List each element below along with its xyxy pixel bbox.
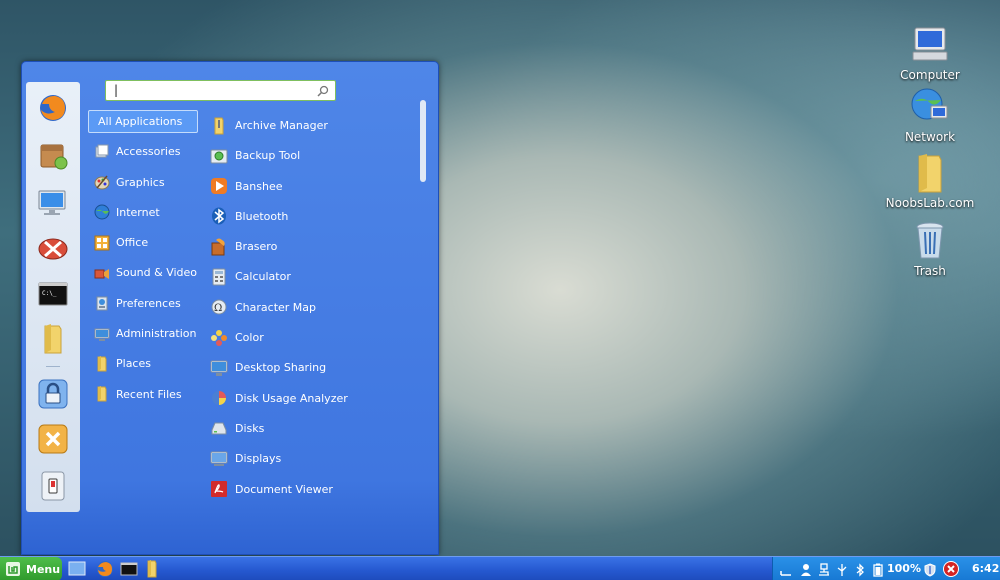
- battery-percentage: 100%: [887, 562, 921, 575]
- document-viewer-icon: [211, 481, 227, 498]
- desktop-icon-label: Computer: [900, 68, 960, 82]
- app-calculator[interactable]: Calculator: [210, 265, 425, 288]
- graphics-icon: [94, 175, 110, 190]
- app-banshee[interactable]: Banshee: [210, 175, 425, 198]
- banshee-icon: [211, 178, 227, 195]
- mint-logo-icon: [6, 562, 20, 576]
- favorites-separator: [46, 366, 60, 367]
- places-folder-icon: [97, 355, 107, 372]
- synaptic-icon[interactable]: [37, 232, 69, 264]
- category-accessories[interactable]: Accessories: [88, 140, 198, 163]
- network-tray-icon[interactable]: [817, 562, 831, 576]
- app-displays[interactable]: Displays: [210, 447, 425, 470]
- app-bluetooth[interactable]: Bluetooth: [210, 205, 425, 228]
- desktop-icon-label: Trash: [914, 264, 946, 278]
- preferences-icon: [96, 296, 108, 311]
- app-list-scrollbar[interactable]: [420, 100, 426, 182]
- desktop-sharing-icon: [210, 360, 228, 376]
- backup-tool-icon: [210, 149, 228, 164]
- system-settings-icon[interactable]: [37, 186, 69, 218]
- category-graphics[interactable]: Graphics: [88, 171, 198, 194]
- search-input[interactable]: |: [105, 80, 336, 101]
- app-color[interactable]: Color: [210, 326, 425, 349]
- shield-icon[interactable]: [923, 562, 937, 577]
- trash-icon: [909, 220, 951, 262]
- category-preferences[interactable]: Preferences: [88, 292, 198, 315]
- desktop-icon-noobslab[interactable]: NoobsLab.com: [885, 152, 975, 210]
- bluetooth-icon: [212, 207, 226, 225]
- disks-icon: [211, 422, 227, 435]
- category-places[interactable]: Places: [88, 352, 198, 375]
- office-icon: [94, 235, 110, 251]
- lock-screen-icon[interactable]: [37, 378, 69, 410]
- category-office[interactable]: Office: [88, 231, 198, 254]
- archive-manager-icon: [214, 117, 224, 134]
- category-recent-files[interactable]: Recent Files: [88, 383, 198, 406]
- desktop-icon-network[interactable]: Network: [885, 86, 975, 144]
- terminal-launcher-icon[interactable]: [120, 560, 138, 578]
- application-list: Archive Manager Backup Tool Banshee Blue…: [210, 114, 425, 508]
- app-brasero[interactable]: Brasero: [210, 235, 425, 258]
- desktop-icon-computer[interactable]: Computer: [885, 24, 975, 82]
- desktop-icon-label: Network: [904, 130, 956, 144]
- category-sound-video[interactable]: Sound & Video: [88, 261, 198, 284]
- app-backup-tool[interactable]: Backup Tool: [210, 144, 425, 167]
- color-icon: [211, 329, 227, 346]
- app-document-viewer[interactable]: Document Viewer: [210, 478, 425, 501]
- disk-usage-analyzer-icon: [212, 391, 226, 406]
- battery-icon[interactable]: [871, 562, 885, 577]
- calculator-icon: [212, 268, 226, 286]
- app-archive-manager[interactable]: Archive Manager: [210, 114, 425, 137]
- terminal-icon[interactable]: C:\_: [37, 278, 69, 310]
- app-disks[interactable]: Disks: [210, 417, 425, 440]
- search-text: |: [114, 83, 119, 97]
- sound-video-icon: [94, 268, 109, 279]
- folder-icon: [909, 152, 951, 194]
- svg-text:Ω: Ω: [214, 303, 222, 314]
- system-tray: 100% 6:42: [772, 557, 1000, 580]
- home-folder-icon[interactable]: [37, 323, 69, 355]
- user-icon[interactable]: [799, 562, 813, 576]
- recent-files-folder-icon: [97, 386, 107, 402]
- app-character-map[interactable]: Ω Character Map: [210, 296, 425, 319]
- software-manager-icon[interactable]: [37, 139, 69, 171]
- character-map-icon: Ω: [211, 299, 227, 315]
- usb-icon[interactable]: [835, 562, 849, 576]
- error-notification-icon[interactable]: [943, 561, 959, 577]
- desktop-icon-label: NoobsLab.com: [885, 196, 975, 210]
- application-menu: C:\_ | All Applications Accessories Grap…: [21, 61, 439, 555]
- svg-text:C:\_: C:\_: [42, 290, 57, 297]
- files-launcher-icon[interactable]: [143, 560, 161, 578]
- category-all-applications[interactable]: All Applications: [88, 110, 198, 133]
- workspace-icon[interactable]: [779, 562, 793, 576]
- logout-icon[interactable]: [37, 423, 69, 455]
- accessories-icon: [95, 144, 109, 158]
- search-icon[interactable]: [317, 84, 329, 97]
- computer-icon: [909, 24, 951, 66]
- clock[interactable]: 6:42: [972, 557, 999, 580]
- firefox-icon[interactable]: [37, 92, 69, 124]
- administration-icon: [94, 328, 110, 341]
- favorites-panel: C:\_: [26, 82, 80, 512]
- menu-button[interactable]: Menu: [0, 557, 62, 580]
- category-administration[interactable]: Administration: [88, 322, 198, 345]
- show-desktop-icon[interactable]: [68, 560, 86, 578]
- taskbar: Menu 100% 6:42: [0, 556, 1000, 580]
- brasero-icon: [211, 238, 225, 256]
- internet-icon: [94, 204, 110, 220]
- app-desktop-sharing[interactable]: Desktop Sharing: [210, 356, 425, 379]
- app-disk-usage-analyzer[interactable]: Disk Usage Analyzer: [210, 387, 425, 410]
- firefox-launcher-icon[interactable]: [96, 560, 114, 578]
- desktop-icon-trash[interactable]: Trash: [885, 220, 975, 278]
- category-internet[interactable]: Internet: [88, 201, 198, 224]
- bluetooth-tray-icon[interactable]: [853, 562, 867, 577]
- shutdown-icon[interactable]: [37, 470, 69, 502]
- category-list: All Applications Accessories Graphics In…: [88, 110, 198, 413]
- network-icon: [909, 86, 951, 128]
- displays-icon: [210, 451, 228, 466]
